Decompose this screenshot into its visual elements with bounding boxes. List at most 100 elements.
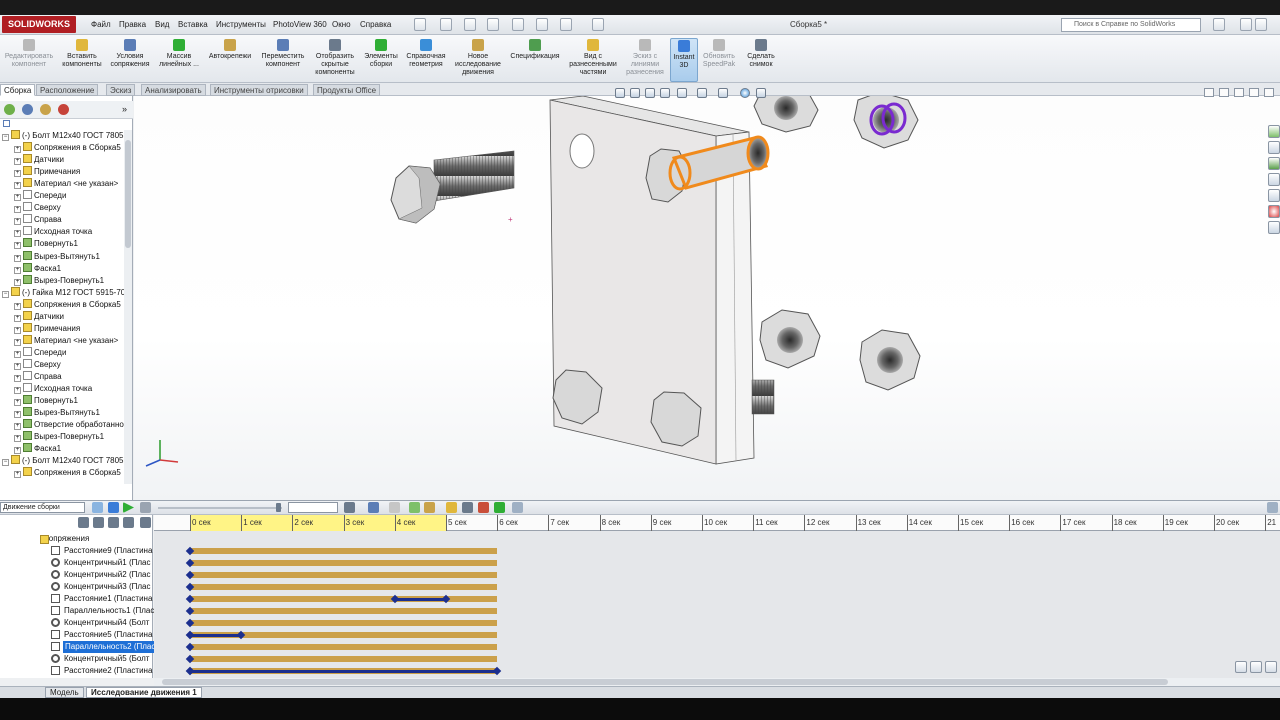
ribbon-button-11[interactable]: Вид с разнесенными частями — [566, 38, 620, 82]
filter-driving-icon[interactable] — [93, 517, 104, 528]
view-palette-icon[interactable] — [1268, 189, 1280, 202]
tree-item-2-expander-icon[interactable]: + — [14, 158, 21, 166]
nut-top-center[interactable] — [753, 85, 819, 133]
tree-item-0[interactable]: − (-) Болт M12x40 ГОСТ 7805 — [2, 130, 124, 142]
tree-item-16[interactable]: + Примечания — [14, 322, 80, 335]
timeline-bar-9[interactable] — [190, 644, 498, 650]
motion-row-10[interactable]: Концентричный5 (Болт — [64, 653, 149, 665]
minimize-icon[interactable] — [1240, 18, 1252, 31]
results-icon[interactable] — [512, 502, 523, 513]
tree-item-8-expander-icon[interactable]: + — [14, 230, 21, 238]
restore-icon[interactable] — [1255, 18, 1267, 31]
timeline-segment-8-0[interactable] — [190, 633, 242, 637]
configuration-manager-icon[interactable] — [40, 104, 51, 115]
timeline-scrollbar-thumb[interactable] — [162, 679, 1168, 685]
display-style-icon[interactable] — [697, 88, 707, 98]
tree-item-25[interactable]: + Вырез-Повернуть1 — [14, 431, 104, 443]
filter-icon[interactable] — [3, 120, 10, 127]
tree-item-6-expander-icon[interactable]: + — [14, 206, 21, 214]
autokey-icon[interactable] — [409, 502, 420, 513]
display-manager-icon[interactable] — [58, 104, 69, 115]
motor-icon[interactable] — [446, 502, 457, 513]
menu-item-2[interactable]: Вид — [155, 20, 169, 29]
cm-tab-3[interactable]: Анализировать — [141, 84, 206, 96]
timeline-bar-5[interactable] — [190, 596, 498, 602]
study-type-select[interactable]: Движение сборки — [0, 502, 85, 513]
tree-item-21[interactable]: + Исходная точка — [14, 383, 92, 395]
tree-item-4-expander-icon[interactable]: + — [14, 182, 21, 190]
menu-item-1[interactable]: Правка — [119, 20, 146, 29]
tree-item-20-expander-icon[interactable]: + — [14, 375, 21, 382]
motion-row-6[interactable]: Параллельность1 (Плас — [64, 605, 154, 617]
tree-item-23[interactable]: + Вырез-Вытянуть1 — [14, 407, 100, 419]
ribbon-button-2[interactable]: Условия сопряжения — [108, 38, 152, 82]
menu-item-7[interactable]: Справка — [360, 20, 391, 29]
section-view-icon[interactable] — [660, 88, 670, 98]
motion-row-3[interactable]: Концентричный2 (Плас — [64, 569, 150, 581]
select-icon[interactable] — [536, 18, 548, 31]
viewport-minimize-icon[interactable] — [1219, 88, 1229, 97]
graphics-area[interactable]: + — [134, 85, 1280, 500]
bolt-end-right[interactable] — [751, 379, 775, 415]
ribbon-button-7[interactable]: Элементы сборки — [362, 38, 400, 82]
motion-row-9[interactable]: Параллельность2 (Плас — [63, 641, 158, 653]
tree-item-15-expander-icon[interactable]: + — [14, 314, 21, 322]
save-animation-icon[interactable] — [368, 502, 379, 513]
filter-animated-icon[interactable] — [78, 517, 89, 528]
appearance-icon[interactable] — [740, 88, 750, 98]
open-document-icon[interactable] — [440, 18, 452, 31]
tree-item-21-expander-icon[interactable]: + — [14, 387, 21, 395]
motion-row-1[interactable]: Расстояние9 (Пластина — [64, 545, 152, 557]
tree-item-17[interactable]: + Материал <не указан> — [14, 334, 118, 347]
tree-scrollbar-thumb[interactable] — [125, 140, 131, 248]
tree-item-14-expander-icon[interactable]: + — [14, 302, 21, 310]
options-icon[interactable] — [592, 18, 604, 31]
cm-tab-1[interactable]: Расположение — [36, 84, 99, 96]
tree-item-19-expander-icon[interactable]: + — [14, 362, 21, 370]
nut-middle-right[interactable] — [859, 329, 921, 391]
tree-item-13[interactable]: − (-) Гайка M12 ГОСТ 5915-70 — [2, 286, 124, 299]
ribbon-button-15[interactable]: Сделать снимок — [740, 38, 782, 82]
spring-icon[interactable] — [462, 502, 473, 513]
design-library-icon[interactable] — [1268, 141, 1280, 154]
rebuild-icon[interactable] — [560, 18, 572, 31]
motion-row-4[interactable]: Концентричный3 (Плас — [64, 581, 150, 593]
tree-item-27-expander-icon[interactable]: − — [2, 459, 9, 467]
save-icon[interactable] — [464, 18, 476, 31]
tree-item-25-expander-icon[interactable]: + — [14, 435, 21, 443]
zoom-fit-timeline-icon[interactable] — [1265, 661, 1277, 673]
tree-item-2[interactable]: + Датчики — [14, 154, 64, 166]
panel-expand-icon[interactable]: » — [122, 104, 127, 114]
menu-item-0[interactable]: Файл — [91, 20, 111, 29]
ribbon-button-14[interactable]: Обновить SpeedPak — [700, 38, 738, 82]
motion-row-2[interactable]: Концентричный1 (Плас — [64, 557, 150, 569]
animation-wizard-icon[interactable] — [389, 502, 400, 513]
tree-item-23-expander-icon[interactable]: + — [14, 411, 21, 419]
menu-item-6[interactable]: Окно — [332, 20, 351, 29]
tree-item-1-expander-icon[interactable]: + — [14, 146, 21, 154]
calculate-icon[interactable] — [92, 502, 103, 513]
tree-item-11-expander-icon[interactable]: + — [14, 266, 21, 274]
resources-icon[interactable] — [1268, 125, 1280, 138]
ribbon-button-12[interactable]: Эскиз с линиями разнесения — [622, 38, 668, 82]
ribbon-button-3[interactable]: Массив линейных ... — [156, 38, 202, 82]
ribbon-button-13[interactable]: Instant 3D — [670, 38, 698, 82]
timeline-bar-2[interactable] — [190, 560, 498, 566]
tree-item-22-expander-icon[interactable]: + — [14, 399, 21, 407]
tree-item-27[interactable]: − (-) Болт M12x40 ГОСТ 7805 — [2, 455, 124, 467]
timeline-bar-1[interactable] — [190, 548, 498, 554]
motion-row-7[interactable]: Концентричный4 (Болт — [64, 617, 149, 629]
timeline-bar-10[interactable] — [190, 656, 498, 662]
bolt-part[interactable] — [390, 150, 515, 224]
menu-item-5[interactable]: PhotoView 360 — [273, 20, 327, 29]
viewport-maximize-icon[interactable] — [1234, 88, 1244, 97]
tree-item-3-expander-icon[interactable]: + — [14, 170, 21, 178]
tree-item-18[interactable]: + Спереди — [14, 346, 66, 359]
tree-item-12[interactable]: + Вырез-Повернуть1 — [14, 274, 104, 287]
appearances-icon[interactable] — [1268, 205, 1280, 218]
tree-item-22[interactable]: + Повернуть1 — [14, 395, 78, 407]
tree-item-7-expander-icon[interactable]: + — [14, 218, 21, 226]
help-search-input[interactable]: Поиск в Справке по SolidWorks — [1061, 18, 1201, 32]
timeline-segment-11-0[interactable] — [190, 669, 498, 673]
zoom-to-fit-icon[interactable] — [615, 88, 625, 98]
